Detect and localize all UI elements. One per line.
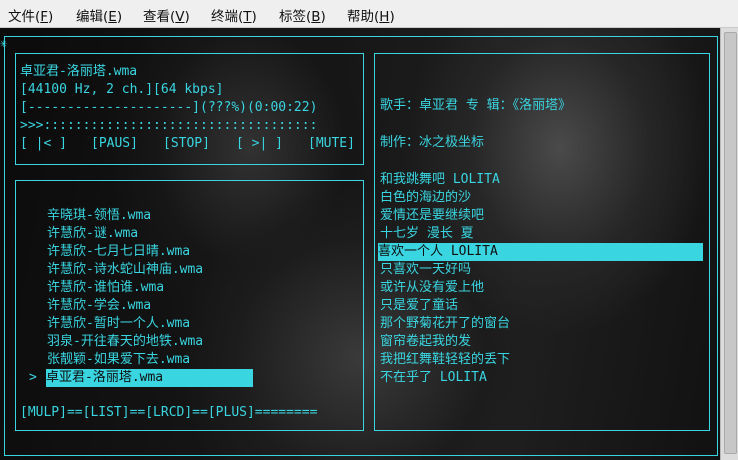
mute-button[interactable]: [MUTE] bbox=[308, 135, 355, 153]
next-button[interactable]: [ >| ] bbox=[236, 135, 283, 153]
lyric-line: 窗帘卷起我的发 bbox=[380, 334, 472, 349]
now-playing-title: 卓亚君-洛丽塔.wma bbox=[20, 64, 138, 79]
lyric-line: 只喜欢一天好吗 bbox=[380, 262, 472, 277]
menu-edit[interactable]: 编辑(E) bbox=[76, 5, 122, 25]
menu-help[interactable]: 帮助(H) bbox=[347, 5, 395, 25]
playlist-item[interactable]: 许慧欣-学会.wma bbox=[47, 297, 151, 315]
lyric-line: 和我跳舞吧 LOLITA bbox=[380, 172, 500, 187]
menu-file[interactable]: 文件(F) bbox=[8, 5, 53, 25]
lyric-line: 不在乎了 LOLITA bbox=[380, 370, 487, 385]
playlist-item[interactable]: 许慧欣-暂时一个人.wma bbox=[47, 315, 190, 333]
playlist-item[interactable]: 许慧欣-七月七日晴.wma bbox=[47, 243, 190, 261]
prev-button[interactable]: [ |< ] bbox=[20, 135, 67, 153]
menu-terminal[interactable]: 终端(T) bbox=[211, 5, 257, 25]
lyric-line: 或许从没有爱上他 bbox=[380, 280, 485, 295]
lyric-line: 那个野菊花开了的窗台 bbox=[380, 316, 511, 331]
playlist-item[interactable]: 许慧欣-诗水蛇山神庙.wma bbox=[47, 261, 203, 279]
scrollbar-thumb[interactable] bbox=[724, 32, 737, 454]
lyric-line: 爱情还是要继续吧 bbox=[380, 208, 485, 223]
progress-bar[interactable]: [---------------------](???%)(0:00:22) bbox=[20, 99, 317, 117]
menu-bar: 文件(F) 编辑(E) 查看(V) 终端(T) 标签(B) 帮助(H) bbox=[0, 0, 738, 28]
terminal-scrollbar[interactable] bbox=[720, 28, 738, 460]
lyric-line-current: 喜欢一个人 LOLITA bbox=[378, 243, 703, 261]
view-mode-tabs[interactable]: [MULP]==[LIST]==[LRCD]==[PLUS]======== bbox=[20, 404, 317, 422]
terminal-area[interactable]: ✳ 卓亚君-洛丽塔.wma [44100 Hz, 2 ch.][64 kbps]… bbox=[0, 28, 720, 460]
playlist-item[interactable]: 许慧欣-谜.wma bbox=[47, 225, 138, 243]
menu-tabs[interactable]: 标签(B) bbox=[279, 5, 326, 25]
lyric-line: 只是爱了童话 bbox=[380, 298, 459, 313]
menu-view[interactable]: 查看(V) bbox=[143, 5, 190, 25]
song-info: 歌手：卓亚君 专 辑：《洛丽塔》 bbox=[380, 98, 572, 113]
lyrics-credit: 制作：冰之极坐标 bbox=[380, 135, 485, 150]
volume-bar[interactable]: >>>::::::::::::::::::::::::::::::::::: bbox=[20, 117, 317, 135]
playlist-item-selected[interactable]: 卓亚君-洛丽塔.wma bbox=[46, 369, 253, 387]
lyric-line: 我把红舞鞋轻轻的丢下 bbox=[380, 352, 511, 367]
playlist-item[interactable]: 羽泉-开往春天的地铁.wma bbox=[47, 333, 203, 351]
stop-button[interactable]: [STOP] bbox=[163, 135, 210, 153]
playlist-item[interactable]: 许慧欣-谁怕谁.wma bbox=[47, 279, 164, 297]
lyric-line: 白色的海边的沙 bbox=[380, 190, 472, 205]
playlist-item[interactable]: 张靓颖-如果爱下去.wma bbox=[47, 351, 190, 369]
pause-button[interactable]: [PAUS] bbox=[91, 135, 138, 153]
audio-format: [44100 Hz, 2 ch.][64 kbps] bbox=[20, 82, 224, 97]
lyric-line: 十七岁 漫长 夏 bbox=[380, 226, 474, 241]
playlist-item[interactable]: 辛晓琪-领悟.wma bbox=[47, 207, 151, 225]
current-track-marker: > bbox=[29, 370, 37, 385]
